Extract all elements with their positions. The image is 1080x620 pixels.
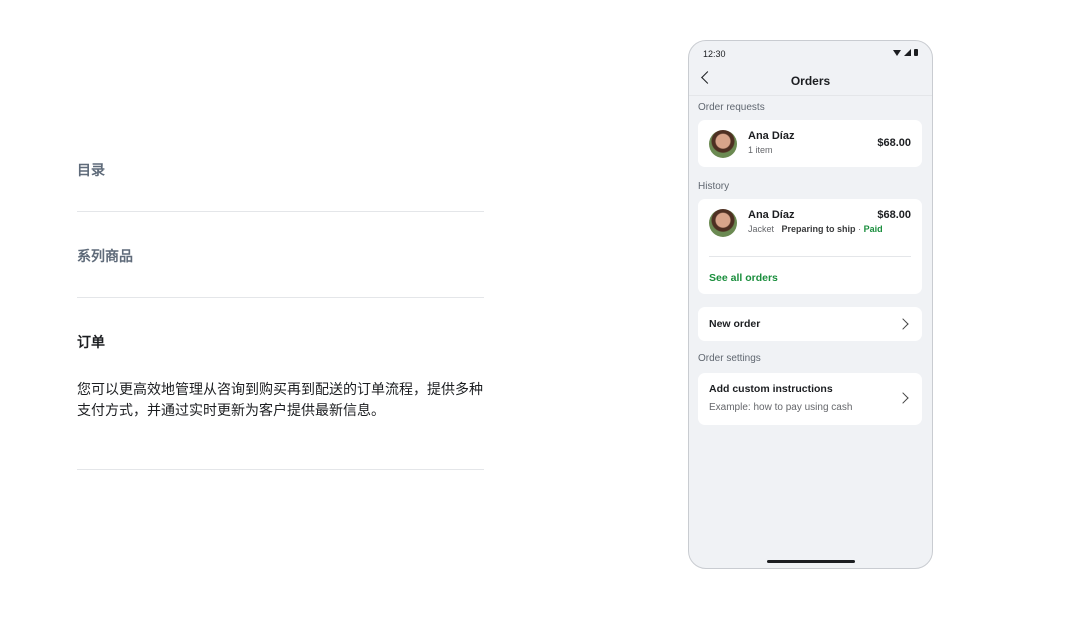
see-all-orders-link[interactable]: See all orders [709,272,778,284]
order-requests-label: Order requests [698,102,765,113]
feature-accordion: 目录 系列商品 订单 您可以更高效地管理从咨询到购买再到配送的订单流程，提供多种… [77,150,484,470]
history-card: Ana Díaz Jacket Preparing to ship · Paid… [698,199,922,294]
order-price: $68.00 [877,137,911,149]
accordion-item-orders[interactable]: 订单 您可以更高效地管理从咨询到购买再到配送的订单流程，提供多种支付方式，并通过… [77,298,484,470]
accordion-item-collections[interactable]: 系列商品 [77,212,484,298]
chevron-right-icon [897,318,909,330]
status-separator: · [858,224,862,234]
history-order-row[interactable]: Ana Díaz Jacket Preparing to ship · Paid… [698,199,922,249]
home-indicator [767,560,855,563]
new-order-button[interactable]: New order [698,307,922,341]
chevron-right-icon [897,392,909,404]
wifi-icon [893,49,901,56]
phone-mockup: 12:30 Orders Order requests Ana Díaz 1 i… [688,40,933,569]
status-bar: 12:30 [703,49,918,63]
order-details: Jacket Preparing to ship · Paid [748,224,883,234]
customer-name: Ana Díaz [748,130,795,142]
divider [709,256,911,257]
accordion-item-catalog[interactable]: 目录 [77,150,484,212]
payment-status: Paid [863,224,883,234]
accordion-title-orders: 订单 [77,335,105,351]
item-name: Jacket [748,224,775,234]
accordion-body-orders: 您可以更高效地管理从咨询到购买再到配送的订单流程，提供多种支付方式，并通过实时更… [77,382,483,419]
order-request-card[interactable]: Ana Díaz 1 item $68.00 [698,120,922,167]
custom-instructions-subtitle: Example: how to pay using cash [709,402,853,413]
status-time: 12:30 [703,49,726,59]
accordion-title-collections: 系列商品 [77,249,133,265]
accordion-title-catalog: 目录 [77,163,105,179]
custom-instructions-row[interactable]: Add custom instructions Example: how to … [698,373,922,425]
item-count: 1 item [748,145,773,155]
new-order-label: New order [709,318,761,330]
page-title: Orders [790,74,831,88]
avatar [709,209,737,237]
signal-icon [904,49,911,56]
history-label: History [698,181,730,192]
nav-bar: Orders [689,68,932,96]
custom-instructions-title: Add custom instructions [709,383,833,395]
avatar [709,130,737,158]
battery-icon [914,49,918,56]
shipping-status: Preparing to ship [781,224,856,234]
customer-name: Ana Díaz [748,209,795,221]
order-price: $68.00 [877,209,911,221]
status-icons [893,49,918,56]
order-settings-label: Order settings [698,353,761,364]
